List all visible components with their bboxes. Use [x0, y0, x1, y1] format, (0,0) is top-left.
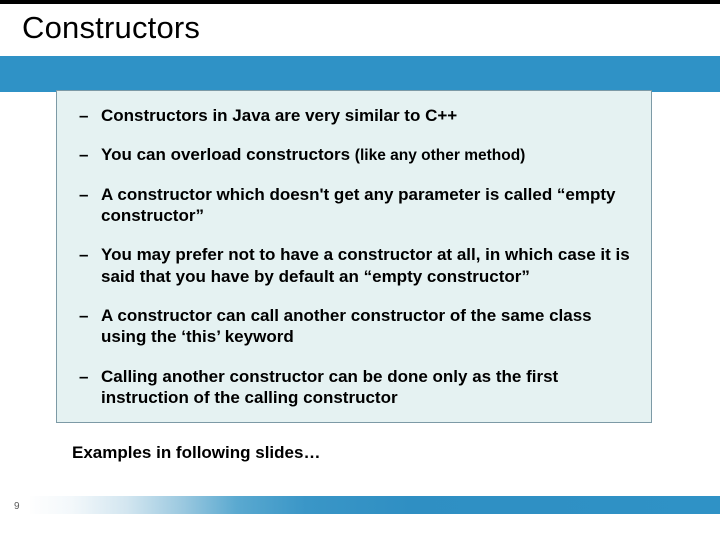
- bullet-item: You can overload constructors (like any …: [75, 144, 639, 165]
- bullet-item: Constructors in Java are very similar to…: [75, 105, 639, 126]
- footer-gradient: [30, 496, 720, 514]
- bullet-text: You may prefer not to have a constructor…: [101, 245, 630, 285]
- top-divider: [0, 0, 720, 4]
- bullet-text: A constructor which doesn't get any para…: [101, 185, 616, 225]
- bullet-text: You can overload constructors: [101, 145, 355, 164]
- bullet-item: A constructor can call another construct…: [75, 305, 639, 348]
- header-band: [0, 56, 720, 92]
- bullet-text: Calling another constructor can be done …: [101, 367, 558, 407]
- bullet-text: Constructors in Java are very similar to…: [101, 106, 457, 125]
- bullet-item: A constructor which doesn't get any para…: [75, 184, 639, 227]
- footnote-text: Examples in following slides…: [72, 443, 320, 463]
- slide: Constructors Constructors in Java are ve…: [0, 0, 720, 540]
- title-wrap: Constructors: [22, 10, 200, 46]
- bullet-text: A constructor can call another construct…: [101, 306, 592, 346]
- bullet-item: You may prefer not to have a constructor…: [75, 244, 639, 287]
- bullet-item: Calling another constructor can be done …: [75, 366, 639, 409]
- bullet-note: (like any other method): [355, 147, 526, 164]
- bullet-list: Constructors in Java are very similar to…: [75, 105, 639, 408]
- slide-title: Constructors: [22, 10, 200, 46]
- content-box: Constructors in Java are very similar to…: [56, 90, 652, 423]
- page-number: 9: [14, 501, 20, 512]
